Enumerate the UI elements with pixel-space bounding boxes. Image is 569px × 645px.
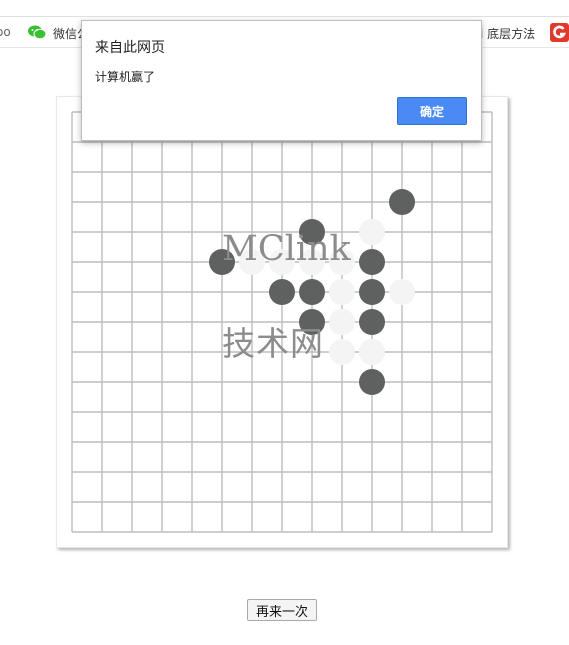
white-stone xyxy=(329,309,355,335)
gomoku-board[interactable]: MClink 技术网 xyxy=(56,96,508,548)
restart-button[interactable]: 再来一次 xyxy=(247,599,317,621)
g-logo-icon[interactable] xyxy=(550,23,569,42)
black-stone xyxy=(359,309,385,335)
bookmark-underlying-method[interactable]: i 底层方法 xyxy=(480,25,535,42)
white-stone xyxy=(359,339,385,365)
dialog-message: 计算机赢了 xyxy=(95,70,156,84)
bookmark-truncated[interactable]: oo xyxy=(0,25,11,39)
wechat-icon[interactable] xyxy=(28,25,46,40)
white-stone xyxy=(389,279,415,305)
watermark-mclink: MClink xyxy=(222,229,351,269)
ok-button[interactable]: 确定 xyxy=(397,97,467,125)
black-stone xyxy=(389,189,415,215)
black-stone xyxy=(359,279,385,305)
black-stone xyxy=(269,279,295,305)
black-stone xyxy=(299,279,325,305)
white-stone xyxy=(329,279,355,305)
watermark-tech-site: 技术网 xyxy=(222,324,324,363)
white-stone xyxy=(359,219,385,245)
black-stone xyxy=(359,249,385,275)
dialog-title: 来自此网页 xyxy=(95,40,165,56)
black-stone xyxy=(359,369,385,395)
alert-dialog: 来自此网页 计算机赢了 确定 xyxy=(81,20,482,141)
white-stone xyxy=(329,339,355,365)
